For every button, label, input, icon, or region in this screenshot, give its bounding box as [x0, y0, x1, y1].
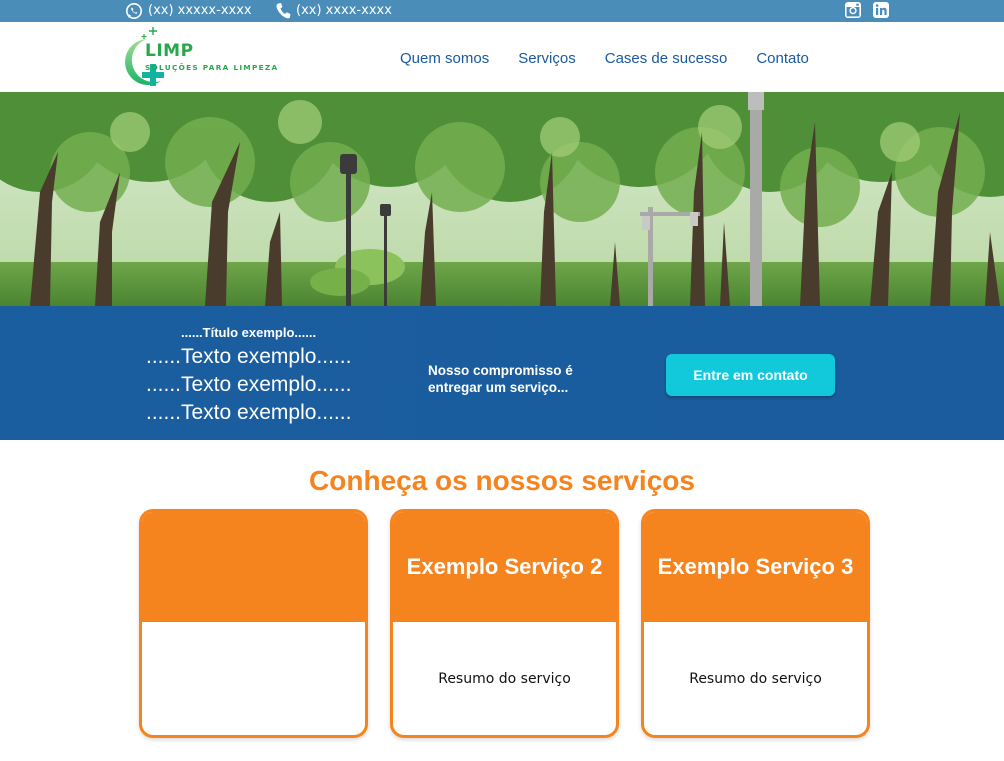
service-card-title: Exemplo Serviço 3 [644, 512, 867, 622]
whatsapp-icon [125, 2, 143, 20]
service-card-1[interactable] [139, 509, 368, 738]
logo-name: LIMP [145, 41, 194, 61]
intro-band: ......Título exemplo...... ......Texto e… [0, 306, 1004, 440]
hero-image [0, 92, 1004, 306]
logo[interactable]: LIMP SOLUÇÕES PARA LIMPEZA [117, 24, 287, 92]
service-card-summary: Resumo do serviço [438, 670, 571, 687]
whatsapp-number: (xx) xxxxx-xxxx [148, 3, 252, 18]
services-heading: Conheça os nossos serviços [309, 465, 695, 496]
band-text-line: ......Texto exemplo...... [146, 373, 352, 396]
service-card-summary: Resumo do serviço [689, 670, 822, 687]
band-text-line: ......Texto exemplo...... [146, 345, 352, 368]
contact-cta-button[interactable]: Entre em contato [666, 354, 835, 396]
nav-item-contato[interactable]: Contato [756, 50, 809, 68]
phone-contact[interactable]: (xx) xxxx-xxxx [275, 1, 392, 21]
service-card-title [142, 512, 365, 622]
social-links [844, 1, 890, 19]
service-card-title: Exemplo Serviço 2 [393, 512, 616, 622]
nav-item-cases-de-sucesso[interactable]: Cases de sucesso [605, 50, 728, 68]
service-card-2[interactable]: Exemplo Serviço 2 Resumo do serviço [390, 509, 619, 738]
nav-item-quem-somos[interactable]: Quem somos [400, 50, 489, 68]
band-title: ......Título exemplo...... [181, 325, 317, 340]
logo-tagline: SOLUÇÕES PARA LIMPEZA [145, 63, 279, 72]
whatsapp-contact[interactable]: (xx) xxxxx-xxxx [125, 1, 252, 21]
instagram-icon[interactable] [844, 1, 862, 19]
linkedin-icon[interactable] [872, 1, 890, 19]
service-card-3[interactable]: Exemplo Serviço 3 Resumo do serviço [641, 509, 870, 738]
service-card-summary [142, 622, 365, 735]
logo-mark-icon [125, 27, 164, 86]
commitment-text: Nosso compromisso é entregar um serviço.… [428, 363, 573, 395]
site-header: LIMP SOLUÇÕES PARA LIMPEZA Quem somos Se… [0, 22, 1004, 92]
top-contact-bar: (xx) xxxxx-xxxx (xx) xxxx-xxxx [0, 0, 1004, 22]
nav-item-servicos[interactable]: Serviços [518, 50, 576, 68]
band-text-line: ......Texto exemplo...... [146, 401, 352, 424]
phone-number: (xx) xxxx-xxxx [296, 3, 392, 18]
phone-icon [275, 2, 291, 20]
main-nav: Quem somos Serviços Cases de sucesso Con… [400, 50, 809, 68]
